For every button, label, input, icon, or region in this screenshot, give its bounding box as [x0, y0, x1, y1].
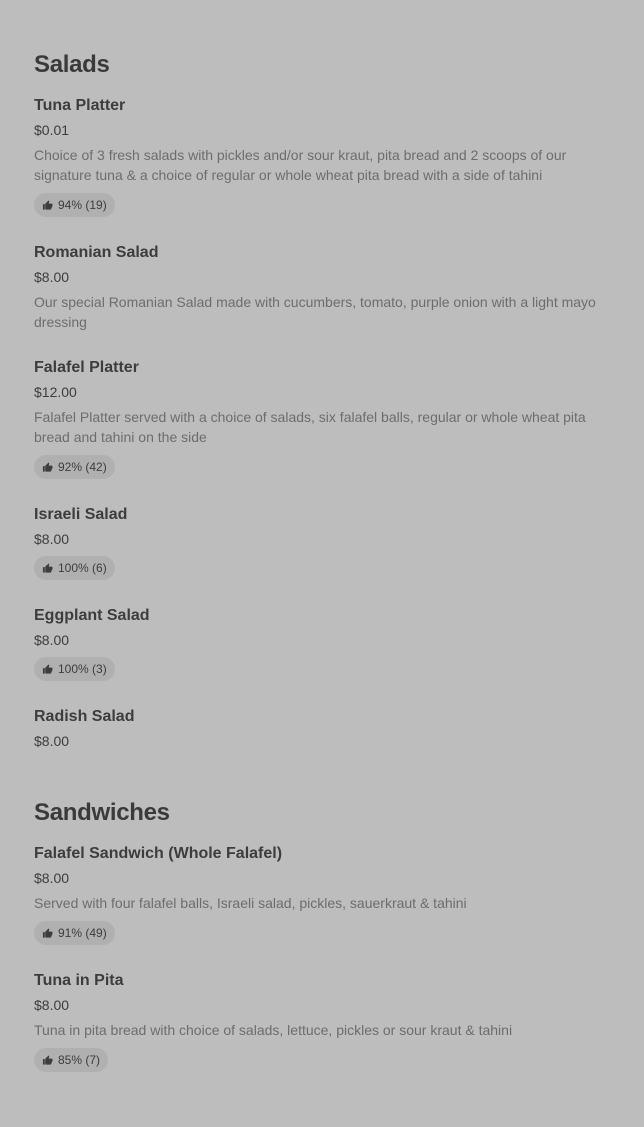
- rating-text: 100% (6): [58, 561, 107, 575]
- item-price: $8.00: [34, 733, 70, 749]
- rating-badge: 100% (3): [34, 657, 115, 681]
- item-description: Tuna in pita bread with choice of salads…: [34, 1022, 513, 1038]
- menu-section-salads: Salads Tuna Platter $0.01 Choice of 3 fresh…: [34, 50, 614, 750]
- item-description: Our special Romanian Salad made with cuc…: [34, 294, 596, 330]
- item-name: Tuna Platter: [34, 97, 126, 114]
- item-name: Eggplant Salad: [34, 607, 150, 624]
- item-price: $8.00: [34, 269, 70, 285]
- menu-item[interactable]: Falafel Platter $12.00 Falafel Platter ser…: [34, 358, 614, 479]
- item-name: Israeli Salad: [34, 506, 128, 523]
- item-price: $12.00: [34, 384, 77, 400]
- thumbs-up-icon: [42, 461, 53, 473]
- rating-badge: 100% (6): [34, 556, 115, 580]
- item-name: Falafel Platter: [34, 359, 139, 376]
- menu-page: Salads Tuna Platter $0.01 Choice of 3 fresh…: [0, 0, 644, 1127]
- thumbs-up-icon: [42, 927, 53, 939]
- section-title: Sandwiches: [34, 799, 170, 826]
- menu-item[interactable]: Falafel Sandwich (Whole Falafel) $8.00 Ser…: [34, 844, 614, 945]
- item-price: $8.00: [34, 531, 70, 547]
- item-description: Falafel Platter served with a choice of …: [34, 409, 586, 445]
- section-title: Salads: [34, 51, 110, 78]
- rating-text: 94% (19): [58, 198, 107, 212]
- menu-sections: Salads Tuna Platter $0.01 Choice of 3 fresh…: [34, 50, 614, 1072]
- menu-item[interactable]: Eggplant Salad $8.00 100% (3): [34, 606, 614, 681]
- menu-item[interactable]: Israeli Salad $8.00 100% (6): [34, 505, 614, 580]
- thumbs-up-icon: [42, 199, 53, 211]
- thumbs-up-icon: [42, 663, 53, 675]
- menu-item-list: Tuna Platter $0.01 Choice of 3 fresh salad…: [34, 96, 614, 750]
- menu-item[interactable]: Romanian Salad $8.00 Our special Romanian …: [34, 243, 614, 332]
- menu-item[interactable]: Tuna in Pita $8.00 Tuna in pita bread with…: [34, 971, 614, 1072]
- top-spacer: [34, 0, 614, 50]
- menu-section-sandwiches: Sandwiches Falafel Sandwich (Whole Falafe…: [34, 798, 614, 1072]
- rating-badge: 92% (42): [34, 455, 115, 479]
- item-name: Tuna in Pita: [34, 972, 124, 989]
- rating-badge: 85% (7): [34, 1048, 109, 1072]
- thumbs-up-icon: [42, 1054, 53, 1066]
- rating-text: 85% (7): [58, 1053, 101, 1067]
- thumbs-up-icon: [42, 562, 53, 574]
- item-name: Falafel Sandwich (Whole Falafel): [34, 845, 283, 862]
- menu-item[interactable]: Tuna Platter $0.01 Choice of 3 fresh salad…: [34, 96, 614, 217]
- item-description: Choice of 3 fresh salads with pickles an…: [34, 147, 567, 183]
- menu-item[interactable]: Radish Salad $8.00: [34, 707, 614, 750]
- item-name: Radish Salad: [34, 708, 135, 725]
- item-price: $0.01: [34, 122, 70, 138]
- rating-badge: 94% (19): [34, 193, 115, 217]
- rating-text: 92% (42): [58, 460, 107, 474]
- item-price: $8.00: [34, 997, 70, 1013]
- item-price: $8.00: [34, 632, 70, 648]
- menu-item-list: Falafel Sandwich (Whole Falafel) $8.00 Ser…: [34, 844, 614, 1072]
- item-name: Romanian Salad: [34, 244, 159, 261]
- rating-badge: 91% (49): [34, 921, 115, 945]
- rating-text: 100% (3): [58, 662, 107, 676]
- item-price: $8.00: [34, 870, 70, 886]
- item-description: Served with four falafel balls, Israeli …: [34, 895, 467, 911]
- rating-text: 91% (49): [58, 926, 107, 940]
